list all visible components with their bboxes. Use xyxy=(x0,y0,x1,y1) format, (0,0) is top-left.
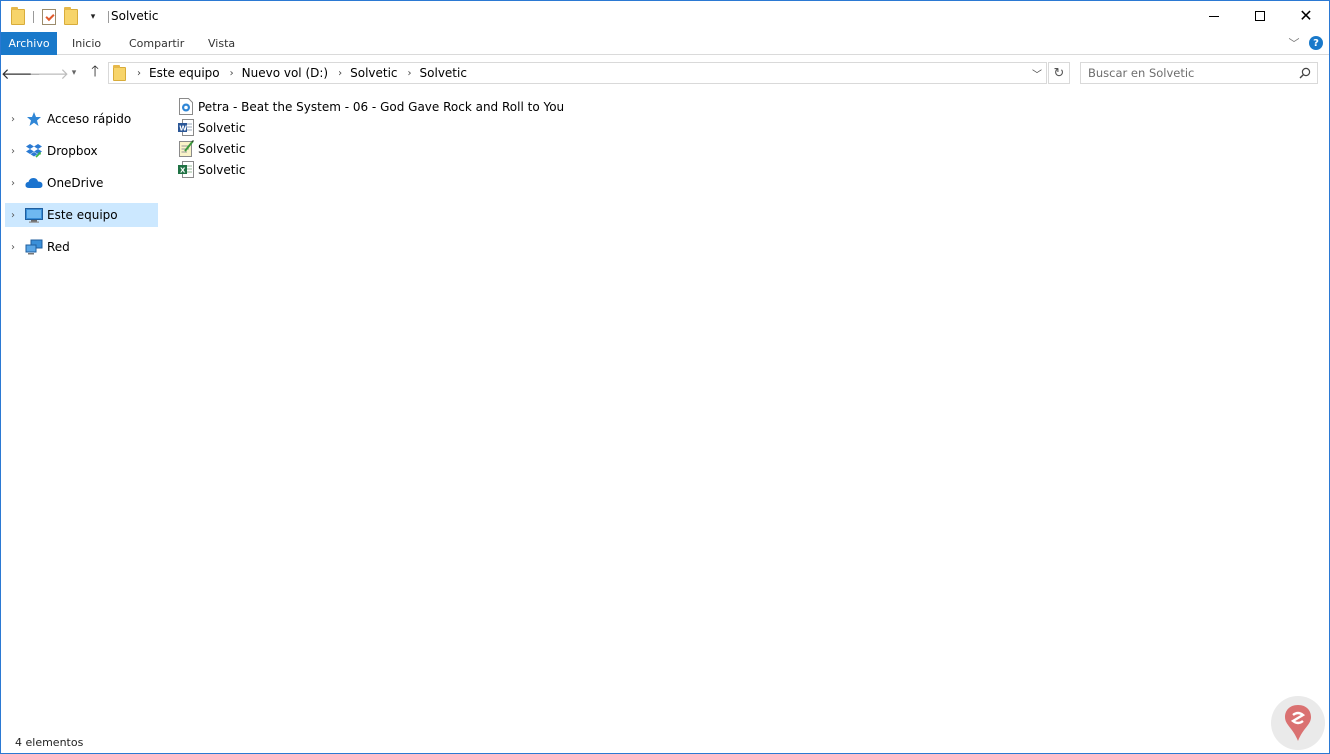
navigation-pane: › Acceso rápido › Dropbox › OneDrive › E… xyxy=(1,90,161,730)
toolbar-divider xyxy=(108,11,109,23)
status-bar: 4 elementos xyxy=(1,732,1329,753)
file-name: Solvetic xyxy=(198,141,246,156)
breadcrumb-separator-icon[interactable]: › xyxy=(230,68,234,79)
file-name: Solvetic xyxy=(198,162,246,177)
folder-icon[interactable] xyxy=(9,7,27,26)
list-item[interactable]: Petra - Beat the System - 06 - God Gave … xyxy=(177,96,1317,117)
minimize-icon xyxy=(1209,15,1219,17)
item-count: 4 elementos xyxy=(15,736,84,749)
sidebar-item-label: Este equipo xyxy=(47,208,118,222)
breadcrumb-separator-icon[interactable]: › xyxy=(338,68,342,79)
refresh-icon[interactable]: ↻ xyxy=(1048,62,1070,84)
text-document-icon xyxy=(177,140,195,158)
dropbox-icon xyxy=(24,142,44,160)
toolbar-divider xyxy=(33,11,34,23)
file-explorer-window: ▾ Solvetic ✕ Archivo Inicio Compartir Vi… xyxy=(0,0,1330,754)
sidebar-item-onedrive[interactable]: › OneDrive xyxy=(5,171,158,195)
help-icon[interactable]: ? xyxy=(1309,36,1323,50)
sidebar-item-acceso-rapido[interactable]: › Acceso rápido xyxy=(5,107,158,131)
list-item[interactable]: X Solvetic xyxy=(177,159,1317,180)
sidebar-item-este-equipo[interactable]: › Este equipo xyxy=(5,203,158,227)
list-item[interactable]: Solvetic xyxy=(177,138,1317,159)
breadcrumb-separator-icon[interactable]: › xyxy=(137,68,141,79)
svg-text:W: W xyxy=(179,124,187,132)
breadcrumb-separator-icon[interactable]: › xyxy=(408,68,412,79)
search-input[interactable] xyxy=(1081,66,1281,80)
title-bar: ▾ Solvetic ✕ xyxy=(1,1,1329,32)
file-list: Petra - Beat the System - 06 - God Gave … xyxy=(177,96,1317,726)
breadcrumb-solvetic-current[interactable]: Solvetic xyxy=(420,66,467,80)
breadcrumb-solvetic-parent[interactable]: Solvetic xyxy=(350,66,397,80)
navigation-bar: 🡐 🡒 ▾ 🡑 › Este equipo › Nuevo vol (D:) ›… xyxy=(1,56,1329,90)
sidebar-item-red[interactable]: › Red xyxy=(5,235,158,259)
expand-chevron-icon[interactable]: › xyxy=(5,114,21,125)
address-dropdown-icon[interactable]: ﹀ xyxy=(1032,66,1042,81)
tab-vista[interactable]: Vista xyxy=(199,32,244,55)
search-box[interactable] xyxy=(1080,62,1318,84)
customize-dropdown-icon[interactable]: ▾ xyxy=(84,8,102,26)
file-name: Solvetic xyxy=(198,120,246,135)
expand-ribbon-chevron-icon[interactable]: ﹀ xyxy=(1285,35,1303,51)
tab-archivo[interactable]: Archivo xyxy=(1,32,57,55)
star-icon xyxy=(24,110,44,128)
sidebar-item-label: Red xyxy=(47,240,70,254)
network-icon xyxy=(24,238,44,256)
recent-locations-icon[interactable]: ▾ xyxy=(64,64,84,82)
tab-inicio[interactable]: Inicio xyxy=(63,32,110,55)
word-document-icon: W xyxy=(177,119,195,137)
address-folder-icon xyxy=(113,64,127,81)
new-folder-icon[interactable] xyxy=(62,7,80,26)
solvetic-watermark-logo xyxy=(1271,696,1325,750)
search-icon[interactable] xyxy=(1299,67,1311,79)
forward-arrow-icon[interactable]: 🡒 xyxy=(29,64,69,83)
sidebar-item-label: OneDrive xyxy=(47,176,104,190)
file-name: Petra - Beat the System - 06 - God Gave … xyxy=(198,99,565,114)
list-item[interactable]: W Solvetic xyxy=(177,117,1317,138)
expand-chevron-icon[interactable]: › xyxy=(5,146,21,157)
sidebar-item-dropbox[interactable]: › Dropbox xyxy=(5,139,158,163)
close-button[interactable]: ✕ xyxy=(1283,1,1329,31)
close-icon: ✕ xyxy=(1299,6,1313,25)
ribbon-tabs: Archivo Inicio Compartir Vista ﹀ ? xyxy=(1,32,1329,55)
properties-check-icon[interactable] xyxy=(40,8,58,26)
window-title: Solvetic xyxy=(111,9,159,23)
expand-chevron-icon[interactable]: › xyxy=(5,242,21,253)
up-arrow-icon[interactable]: 🡑 xyxy=(85,62,105,82)
quick-access-toolbar: ▾ xyxy=(9,7,115,27)
expand-chevron-icon[interactable]: › xyxy=(5,178,21,189)
audio-file-icon xyxy=(177,98,195,116)
breadcrumb-este-equipo[interactable]: Este equipo xyxy=(149,66,220,80)
address-bar[interactable]: › Este equipo › Nuevo vol (D:) › Solveti… xyxy=(108,62,1047,84)
ribbon-right-controls: ﹀ ? xyxy=(1285,35,1323,51)
excel-spreadsheet-icon: X xyxy=(177,161,195,179)
expand-chevron-icon[interactable]: › xyxy=(5,210,21,221)
computer-icon xyxy=(24,206,44,224)
minimize-button[interactable] xyxy=(1191,1,1237,31)
maximize-button[interactable] xyxy=(1237,1,1283,31)
breadcrumb-nuevo-vol[interactable]: Nuevo vol (D:) xyxy=(242,66,328,80)
onedrive-cloud-icon xyxy=(24,174,44,192)
sidebar-item-label: Acceso rápido xyxy=(47,112,132,126)
svg-text:X: X xyxy=(180,166,186,174)
window-controls: ✕ xyxy=(1191,1,1329,31)
maximize-icon xyxy=(1255,11,1265,21)
tab-compartir[interactable]: Compartir xyxy=(120,32,193,55)
sidebar-item-label: Dropbox xyxy=(47,144,98,158)
